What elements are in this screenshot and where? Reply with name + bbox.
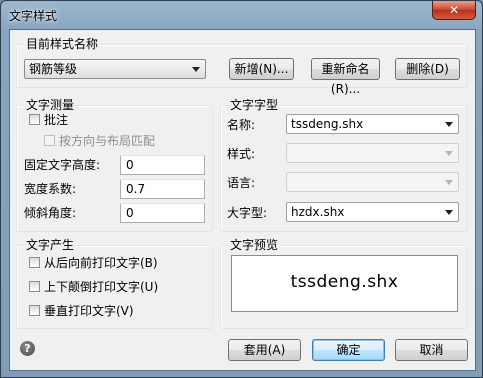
new-style-button[interactable]: 新增(N)...: [229, 58, 294, 80]
close-icon: ✕: [448, 3, 460, 17]
match-orientation-label: 按方向与布局匹配: [59, 134, 156, 148]
width-factor-label: 宽度系数:: [24, 182, 77, 196]
font-name-select[interactable]: tssdeng.shx: [286, 114, 459, 134]
dropdown-arrow-icon: [445, 180, 453, 185]
dropdown-arrow-icon: [445, 122, 453, 127]
dropdown-arrow-icon: [445, 210, 453, 215]
width-factor-value: 0.7: [126, 182, 146, 196]
oblique-angle-label: 倾斜角度:: [24, 206, 77, 220]
preview-text: tssdeng.shx: [290, 272, 399, 292]
oblique-angle-input[interactable]: 0: [120, 203, 205, 223]
font-name-label: 名称:: [227, 118, 256, 132]
help-icon[interactable]: ?: [20, 341, 35, 356]
big-font-select[interactable]: hzdx.shx: [286, 202, 459, 222]
current-style-label: 目前样式名称: [24, 37, 101, 51]
text-generation-label: 文字产生: [24, 238, 77, 252]
style-name-value: 钢筋等级: [29, 62, 78, 76]
text-style-dialog: 文字样式 ✕ 目前样式名称 钢筋等级 新增(N)... 重新命名(R)... 删…: [0, 0, 483, 378]
preview-area: tssdeng.shx: [231, 255, 458, 312]
vertical-label: 垂直打印文字(V): [44, 304, 134, 318]
title-bar[interactable]: 文字样式 ✕: [1, 1, 482, 29]
upside-down-label: 上下颠倒打印文字(U): [44, 280, 159, 294]
backwards-label: 从后向前打印文字(B): [44, 256, 158, 270]
big-font-label: 大字型:: [227, 206, 268, 220]
dropdown-arrow-icon: [445, 151, 453, 156]
upside-down-checkbox[interactable]: [29, 281, 40, 292]
language-label: 语言:: [227, 176, 256, 190]
match-orientation-checkbox[interactable]: [44, 135, 55, 146]
dropdown-arrow-icon: [192, 67, 200, 72]
backwards-checkbox[interactable]: [29, 257, 40, 268]
cancel-button[interactable]: 取消: [395, 339, 468, 361]
text-measure-label: 文字测量: [24, 98, 77, 112]
big-font-value: hzdx.shx: [291, 205, 345, 219]
fixed-height-value: 0: [126, 158, 134, 172]
delete-style-button[interactable]: 删除(D): [395, 58, 460, 80]
window-title: 文字样式: [9, 9, 58, 23]
vertical-checkbox[interactable]: [29, 305, 40, 316]
rename-style-button[interactable]: 重新命名(R)...: [311, 58, 380, 96]
font-group-label: 文字字型: [228, 98, 281, 112]
oblique-angle-value: 0: [126, 206, 134, 220]
font-style-label: 样式:: [227, 147, 256, 161]
width-factor-input[interactable]: 0.7: [120, 179, 205, 199]
ok-button[interactable]: 确定: [312, 339, 385, 361]
language-select[interactable]: [286, 172, 459, 192]
close-button[interactable]: ✕: [432, 1, 476, 20]
annotative-label: 批注: [44, 113, 69, 127]
style-name-select[interactable]: 钢筋等级: [24, 59, 206, 79]
fixed-height-label: 固定文字高度:: [24, 158, 101, 172]
font-name-value: tssdeng.shx: [291, 117, 364, 131]
font-style-select[interactable]: [286, 143, 459, 163]
apply-button[interactable]: 套用(A): [228, 339, 301, 361]
fixed-height-input[interactable]: 0: [120, 155, 205, 175]
dialog-body: 目前样式名称 钢筋等级 新增(N)... 重新命名(R)... 删除(D) 文字…: [9, 29, 476, 371]
annotative-checkbox[interactable]: [29, 114, 40, 125]
text-preview-label: 文字预览: [228, 238, 281, 252]
